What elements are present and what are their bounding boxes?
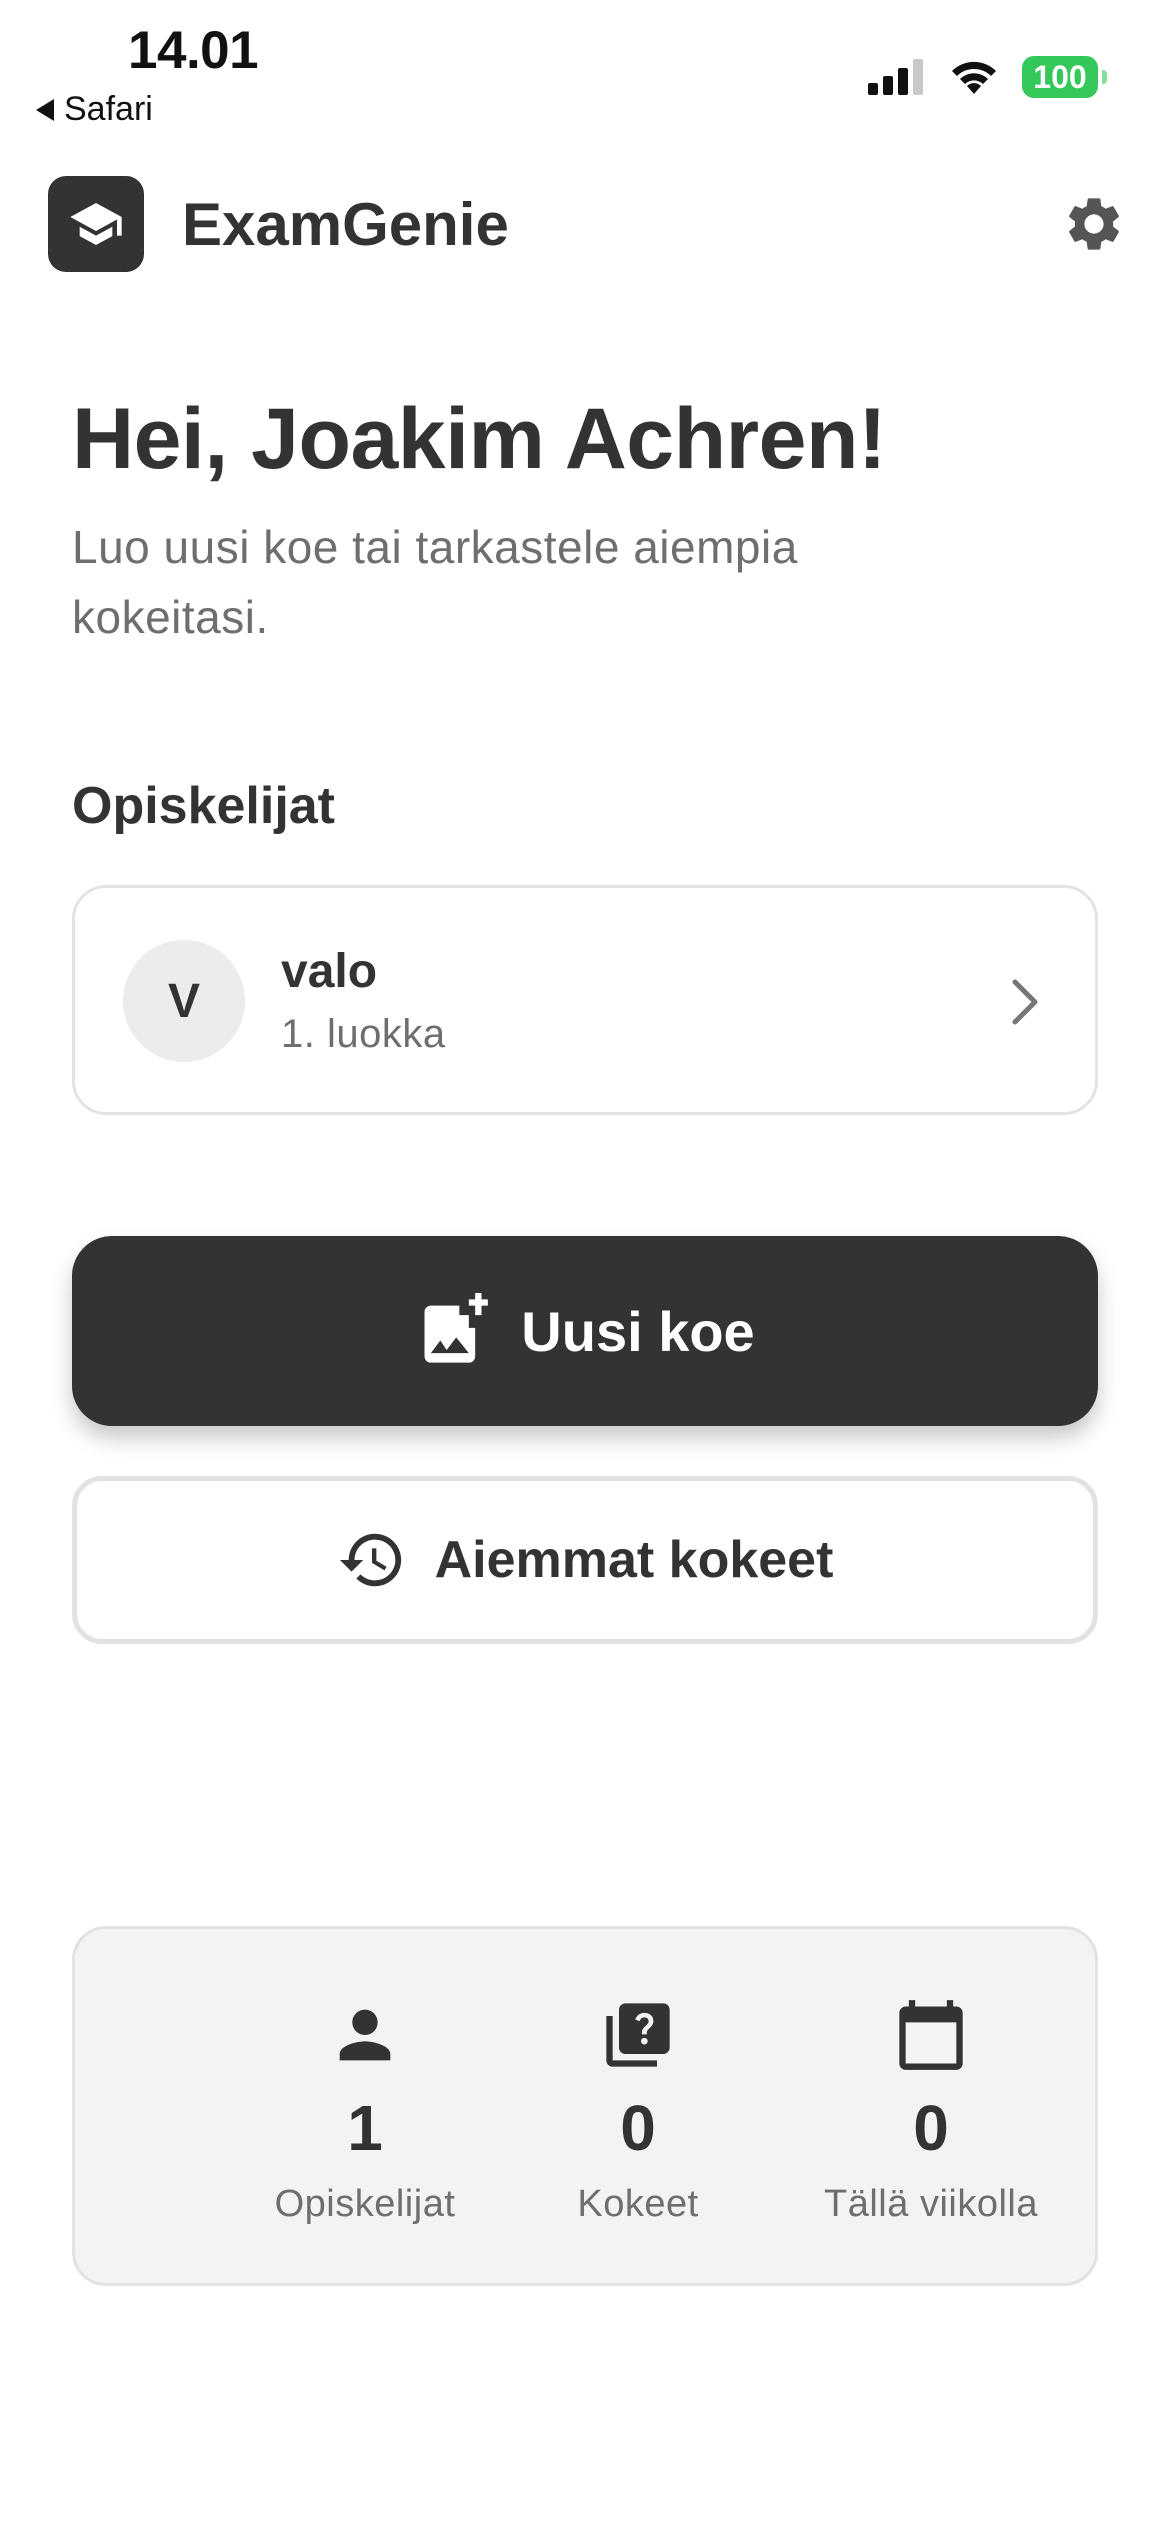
student-card-valo[interactable]: V valo 1. luokka bbox=[72, 885, 1098, 1115]
history-icon bbox=[339, 1533, 401, 1587]
greeting-title: Hei, Joakim Achren! bbox=[72, 391, 887, 487]
back-arrow-icon bbox=[36, 98, 54, 121]
battery-indicator: 100 bbox=[1022, 56, 1107, 98]
gear-icon[interactable] bbox=[1062, 192, 1126, 256]
previous-exams-button[interactable]: Aiemmat kokeet bbox=[72, 1476, 1098, 1644]
previous-exams-label: Aiemmat kokeet bbox=[434, 1531, 834, 1589]
stat-value: 0 bbox=[913, 2092, 949, 2164]
back-app-label: Safari bbox=[64, 90, 153, 128]
greeting-subtitle: Luo uusi koe tai tarkastele aiempia koke… bbox=[72, 521, 798, 643]
status-indicators: 100 bbox=[868, 56, 1107, 98]
stat-label: Kokeet bbox=[577, 2183, 699, 2225]
stat-label: Opiskelijat bbox=[274, 2183, 456, 2225]
students-section-title: Opiskelijat bbox=[72, 777, 335, 835]
stat-this-week: 0 Tällä viikolla bbox=[781, 1929, 1081, 2283]
back-to-safari-link[interactable]: Safari bbox=[36, 90, 153, 129]
calendar-icon bbox=[899, 2000, 963, 2070]
student-name: valo bbox=[281, 945, 378, 998]
chevron-right-icon bbox=[1012, 979, 1038, 1025]
graduation-cap-icon bbox=[70, 203, 122, 245]
cellular-signal-icon bbox=[868, 59, 923, 95]
quiz-icon bbox=[606, 2003, 670, 2067]
add-photo-icon bbox=[424, 1293, 489, 1363]
app-logo bbox=[48, 176, 144, 272]
stats-panel: 1 Opiskelijat 0 Kokeet 0 Tällä viikolla bbox=[72, 1926, 1098, 2286]
stat-students: 1 Opiskelijat bbox=[215, 1929, 515, 2283]
student-grade: 1. luokka bbox=[281, 1012, 446, 1056]
status-time: 14.01 bbox=[128, 21, 259, 80]
stat-exams: 0 Kokeet bbox=[488, 1929, 788, 2283]
stat-label: Tällä viikolla bbox=[824, 2183, 1038, 2225]
stat-value: 0 bbox=[620, 2092, 656, 2164]
person-icon bbox=[339, 2009, 391, 2061]
new-exam-label: Uusi koe bbox=[521, 1299, 755, 1363]
new-exam-button[interactable]: Uusi koe bbox=[72, 1236, 1098, 1426]
stat-value: 1 bbox=[347, 2092, 383, 2164]
wifi-icon bbox=[952, 61, 996, 94]
avatar: V bbox=[123, 940, 245, 1062]
battery-level: 100 bbox=[1033, 58, 1087, 95]
app-title: ExamGenie bbox=[182, 191, 509, 258]
